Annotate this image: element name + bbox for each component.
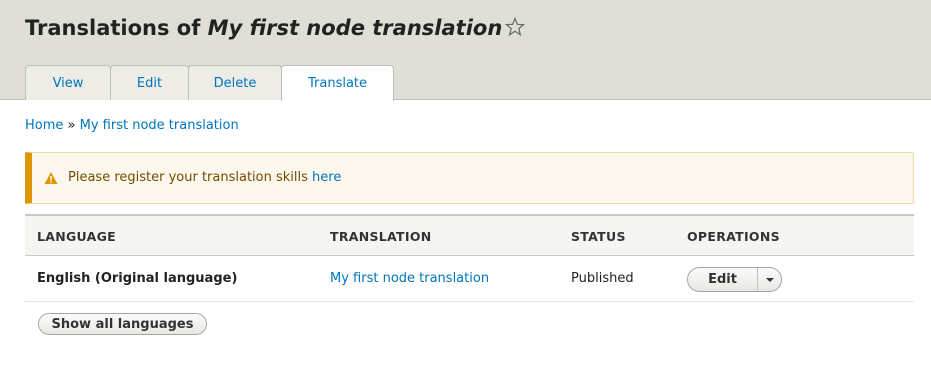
warning-message: Please register your translation skills … <box>25 152 914 204</box>
edit-button[interactable]: Edit <box>688 268 758 291</box>
header-language: LANGUAGE <box>37 229 116 244</box>
message-body: Please register your translation skills <box>68 170 308 185</box>
header-translation: TRANSLATION <box>330 229 432 244</box>
row-language: English (Original language) <box>37 271 238 286</box>
header-operations: OPERATIONS <box>687 229 780 244</box>
chevron-down-icon <box>766 277 774 282</box>
register-skills-link[interactable]: here <box>312 170 341 185</box>
breadcrumb-current[interactable]: My first node translation <box>80 118 239 133</box>
page-header: Translations of My first node translatio… <box>0 0 931 101</box>
table-header: LANGUAGE TRANSLATION STATUS OPERATIONS <box>25 214 914 256</box>
show-all-languages-button[interactable]: Show all languages <box>38 313 207 335</box>
tab-translate[interactable]: Translate <box>281 65 394 101</box>
tab-delete[interactable]: Delete <box>188 65 282 100</box>
breadcrumb-separator: » <box>67 118 76 133</box>
breadcrumb: Home » My first node translation <box>25 118 239 133</box>
page-title-node: My first node translation <box>207 16 503 40</box>
tab-view[interactable]: View <box>25 65 111 100</box>
page-title: Translations of My first node translatio… <box>25 14 502 42</box>
row-translation-link[interactable]: My first node translation <box>330 271 489 286</box>
warning-icon <box>44 172 58 184</box>
table-row: English (Original language) My first nod… <box>25 256 914 302</box>
operations-dropbutton: Edit <box>687 267 782 292</box>
breadcrumb-home[interactable]: Home <box>25 118 63 133</box>
header-status: STATUS <box>571 229 626 244</box>
star-icon[interactable] <box>505 17 525 37</box>
dropbutton-toggle[interactable] <box>758 268 782 291</box>
row-status: Published <box>571 271 634 286</box>
page-title-prefix: Translations of <box>25 16 201 40</box>
message-text: Please register your translation skills … <box>68 170 341 185</box>
tab-edit[interactable]: Edit <box>110 65 189 100</box>
translations-table: LANGUAGE TRANSLATION STATUS OPERATIONS E… <box>25 214 914 302</box>
